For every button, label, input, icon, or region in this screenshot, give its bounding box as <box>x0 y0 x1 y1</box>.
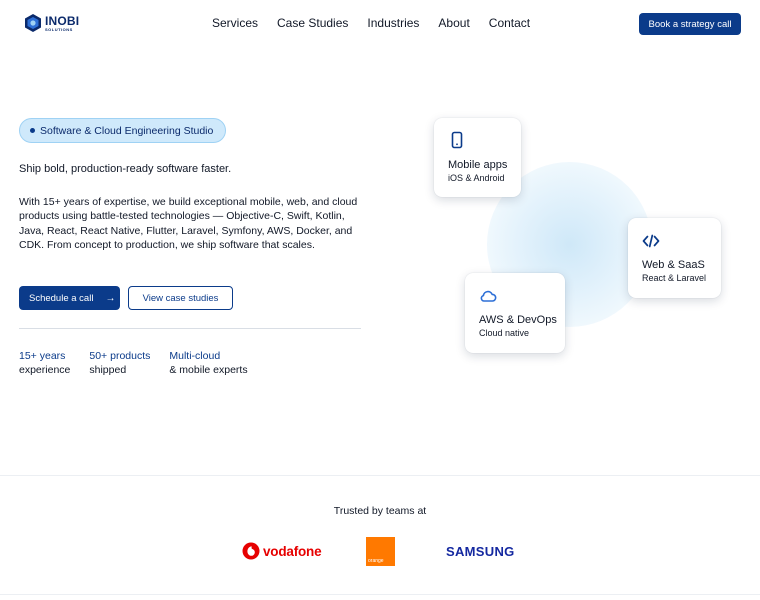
logo-hexagon-icon <box>25 14 41 32</box>
card-subtitle: iOS & Android <box>448 173 505 183</box>
schedule-call-label: Schedule a call <box>29 292 94 304</box>
stat-experience: 15+ years experience <box>19 349 70 377</box>
nav-industries[interactable]: Industries <box>367 16 419 30</box>
stat-cloud: Multi-cloud & mobile experts <box>169 349 247 377</box>
main-nav: Services Case Studies Industries About C… <box>212 16 530 30</box>
orange-logo: orange <box>366 537 395 566</box>
card-subtitle: React & Laravel <box>642 273 707 283</box>
site-header: INOBI SOLUTIONS Services Case Studies In… <box>0 0 760 48</box>
trusted-top-divider <box>0 475 760 476</box>
card-title: Web & SaaS <box>642 259 705 271</box>
card-title: AWS & DevOps <box>479 314 557 326</box>
cloud-icon <box>480 290 497 302</box>
stat-value: Multi-cloud <box>169 350 221 362</box>
badge-dot-icon <box>30 128 35 133</box>
hero-description: With 15+ years of expertise, we build ex… <box>19 196 358 252</box>
hero-stats: 15+ years experience 50+ products shippe… <box>19 349 248 377</box>
view-case-studies-button[interactable]: View case studies <box>128 286 233 310</box>
vodafone-mark-icon <box>242 542 260 560</box>
hero-divider <box>19 328 361 329</box>
logo-name: INOBI <box>45 13 80 28</box>
stat-label: & mobile experts <box>169 364 248 376</box>
badge-text: Software & Cloud Engineering Studio <box>40 124 214 137</box>
brand-logo[interactable]: INOBI SOLUTIONS <box>23 13 79 33</box>
stat-value: 50+ products <box>89 350 151 362</box>
card-title: Mobile apps <box>448 159 508 171</box>
nav-services[interactable]: Services <box>212 16 258 30</box>
stat-label: shipped <box>89 364 127 376</box>
book-strategy-call-button[interactable]: Book a strategy call <box>639 13 741 35</box>
trusted-bottom-divider <box>0 594 760 595</box>
nav-case-studies[interactable]: Case Studies <box>277 16 348 30</box>
nav-contact[interactable]: Contact <box>489 16 530 30</box>
vodafone-wordmark: vodafone <box>263 543 322 559</box>
stat-value: 15+ years <box>19 350 66 362</box>
logo-wordmark: INOBI SOLUTIONS <box>45 15 79 32</box>
card-aws-devops[interactable]: AWS & DevOps Cloud native <box>465 273 565 353</box>
card-mobile-apps[interactable]: Mobile apps iOS & Android <box>434 118 521 197</box>
stat-products: 50+ products shipped <box>89 349 150 377</box>
client-logos: vodafone orange SAMSUNG <box>0 536 760 568</box>
nav-about[interactable]: About <box>438 16 469 30</box>
arrow-right-icon: → <box>105 292 116 304</box>
vodafone-logo: vodafone <box>242 542 322 560</box>
code-icon <box>642 234 660 248</box>
hero-tagline: Ship bold, production-ready software fas… <box>19 163 232 175</box>
orange-wordmark: orange <box>368 558 384 564</box>
stat-label: experience <box>19 364 71 376</box>
logo-subtitle: SOLUTIONS <box>45 26 73 32</box>
samsung-logo: SAMSUNG <box>446 544 515 559</box>
card-web-saas[interactable]: Web & SaaS React & Laravel <box>628 218 721 298</box>
hero-badge: Software & Cloud Engineering Studio <box>19 118 226 143</box>
trusted-title: Trusted by teams at <box>333 505 427 517</box>
schedule-call-button[interactable]: Schedule a call → <box>19 286 120 310</box>
smartphone-icon <box>451 131 463 149</box>
card-subtitle: Cloud native <box>479 328 530 338</box>
